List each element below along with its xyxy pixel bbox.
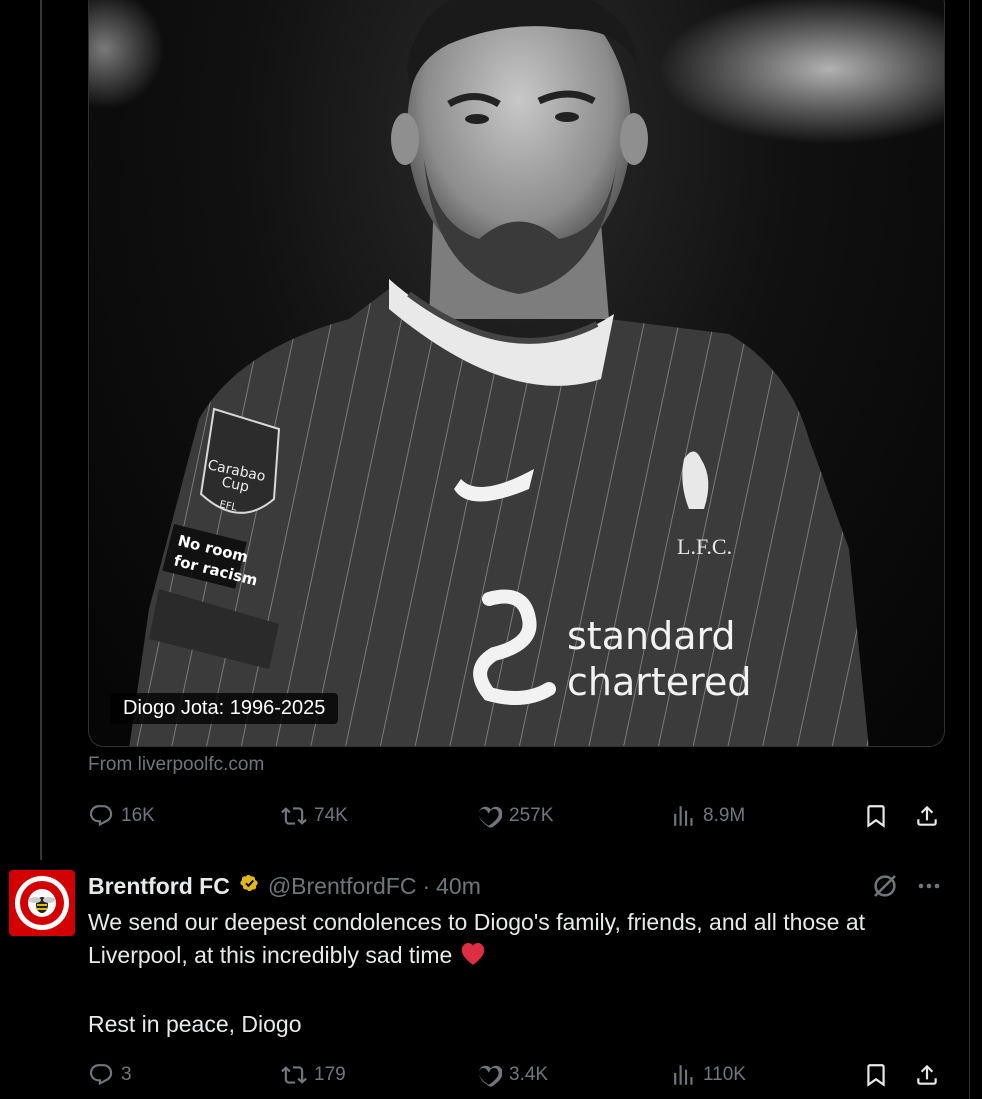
reply-icon [88, 803, 114, 829]
thread-connector-line [40, 0, 42, 860]
bookmark-icon [863, 803, 889, 829]
post2-text-line2: Rest in peace, Diogo [88, 1011, 302, 1037]
repost-button[interactable]: 179 [281, 1060, 346, 1090]
share-button[interactable] [914, 801, 940, 831]
like-button[interactable]: 257K [476, 801, 553, 831]
like-button[interactable]: 3.4K [476, 1060, 548, 1090]
like-count: 3.4K [509, 1064, 549, 1085]
reply-icon [88, 1062, 114, 1088]
brentford-avatar[interactable] [9, 870, 75, 936]
like-icon [476, 1062, 502, 1088]
player-photo: Carabao Cup EFL No room for racism L.F.C… [89, 0, 944, 746]
share-button[interactable] [914, 1060, 940, 1090]
bookmark-icon [863, 1062, 889, 1088]
repost-button[interactable]: 74K [281, 801, 348, 831]
post2-text-line1: We send our deepest condolences to Diogo… [88, 906, 948, 975]
repost-icon [281, 803, 307, 829]
share-icon [914, 803, 940, 829]
bookmark-button[interactable] [863, 1060, 889, 1090]
red-heart-icon [458, 940, 488, 975]
sponsor-text-standard: standard [567, 614, 736, 658]
stadium-light-left [89, 0, 164, 109]
post2-text: We send our deepest condolences to Diogo… [88, 906, 948, 1041]
stadium-light [659, 0, 944, 144]
post-media-image[interactable]: Carabao Cup EFL No room for racism L.F.C… [88, 0, 945, 747]
media-caption-badge: Diogo Jota: 1996-2025 [110, 693, 339, 724]
views-count: 110K [703, 1064, 746, 1085]
more-icon[interactable] [916, 876, 942, 896]
media-source-link[interactable]: From liverpoolfc.com [88, 754, 264, 776]
reply-count: 3 [121, 1064, 132, 1085]
column-border [969, 0, 970, 1099]
like-icon [476, 803, 502, 829]
bookmark-button[interactable] [863, 801, 889, 831]
views-icon [670, 803, 696, 829]
carabao-cup-patch: Carabao Cup EFL [199, 407, 281, 514]
author-handle[interactable]: @BrentfordFC [268, 873, 417, 900]
views-count: 8.9M [703, 805, 746, 826]
post1-action-bar: 16K 74K 257K 8.9M [88, 801, 943, 831]
like-count: 257K [509, 805, 554, 826]
views-button[interactable]: 8.9M [670, 801, 745, 831]
verified-badge-icon[interactable] [236, 870, 262, 902]
post2-header: Brentford FC @BrentfordFC · 40m [88, 870, 481, 902]
post2-action-bar: 3 179 3.4K 110K [88, 1060, 943, 1090]
author-name[interactable]: Brentford FC [88, 873, 230, 900]
views-icon [670, 1062, 696, 1088]
grok-icon[interactable] [870, 871, 900, 901]
repost-count: 74K [314, 805, 348, 826]
repost-count: 179 [314, 1064, 346, 1085]
sponsor-text-chartered: chartered [567, 660, 751, 704]
share-icon [914, 1062, 940, 1088]
reply-button[interactable]: 3 [88, 1060, 132, 1090]
reply-button[interactable]: 16K [88, 801, 155, 831]
post-timestamp[interactable]: 40m [436, 873, 481, 900]
views-button[interactable]: 110K [670, 1060, 746, 1090]
header-separator: · [422, 872, 431, 899]
repost-icon [281, 1062, 307, 1088]
reply-count: 16K [121, 805, 155, 826]
crest-text: L.F.C. [677, 534, 732, 559]
